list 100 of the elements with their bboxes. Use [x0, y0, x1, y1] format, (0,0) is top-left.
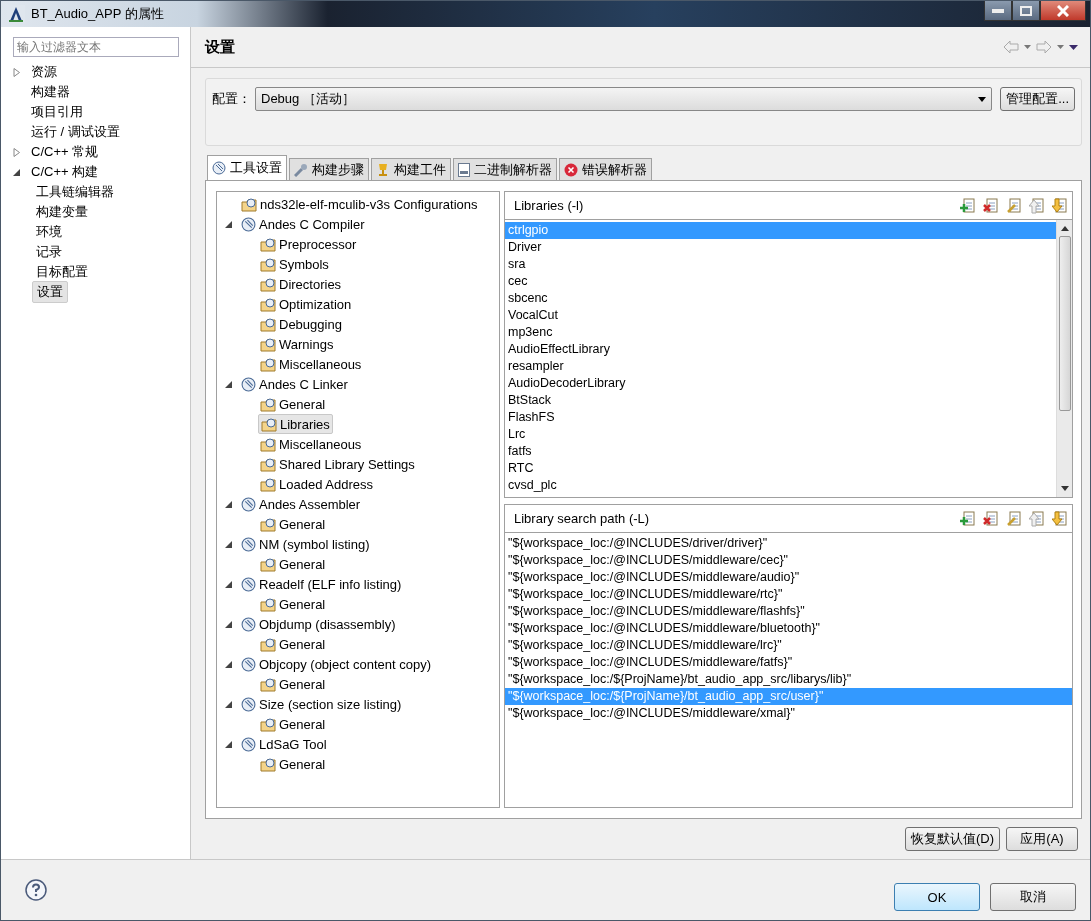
apply-button[interactable]: 应用(A) — [1006, 827, 1078, 851]
sidebar-item[interactable]: 环境 — [32, 222, 66, 242]
scroll-up-icon[interactable] — [1060, 226, 1069, 231]
tree-item[interactable]: Andes C Linker — [239, 375, 350, 393]
tab[interactable]: 构建步骤 — [289, 158, 369, 180]
tree-item[interactable]: General — [258, 715, 328, 733]
list-item[interactable]: sbcenc — [505, 290, 1056, 307]
tree-item[interactable]: Optimization — [258, 295, 354, 313]
expanded-arrow-icon[interactable] — [225, 579, 233, 589]
tree-item[interactable]: Andes C Compiler — [239, 215, 367, 233]
scroll-thumb[interactable] — [1058, 236, 1071, 411]
tree-item[interactable]: General — [258, 395, 328, 413]
tree-item[interactable]: Shared Library Settings — [258, 455, 417, 473]
sidebar-item[interactable]: 工具链编辑器 — [32, 182, 118, 202]
expanded-arrow-icon[interactable] — [225, 539, 233, 549]
list-item[interactable]: mp3enc — [505, 324, 1056, 341]
list-item[interactable]: Lrc — [505, 426, 1056, 443]
tree-item[interactable]: General — [258, 755, 328, 773]
tree-item[interactable]: Directories — [258, 275, 344, 293]
sidebar-item[interactable]: 资源 — [27, 62, 61, 82]
add-icon[interactable] — [960, 197, 976, 214]
tree-item[interactable]: NM (symbol listing) — [239, 535, 372, 553]
list-item[interactable]: "${workspace_loc:/@INCLUDES/middleware/xmal}" — [505, 705, 1072, 722]
list-item[interactable]: "${workspace_loc:/${ProjName}/bt_audio_app_src/libarys/lib}" — [505, 671, 1072, 688]
minimize-button[interactable] — [984, 1, 1012, 21]
sidebar-item[interactable]: C/C++ 常规 — [27, 142, 103, 162]
cancel-button[interactable]: 取消 — [990, 883, 1076, 911]
list-item[interactable]: FlashFS — [505, 409, 1056, 426]
tree-item[interactable]: Andes Assembler — [239, 495, 363, 513]
sidebar-item[interactable]: 记录 — [32, 242, 66, 262]
tree-item[interactable]: Libraries — [258, 414, 333, 434]
collapsed-arrow-icon[interactable] — [13, 67, 21, 77]
tree-item[interactable]: General — [258, 515, 328, 533]
help-icon[interactable] — [25, 879, 47, 901]
sidebar-item[interactable]: 目标配置 — [32, 262, 92, 282]
sidebar-item[interactable]: C/C++ 构建 — [27, 162, 103, 182]
list-item[interactable]: AudioEffectLibrary — [505, 341, 1056, 358]
list-item[interactable]: cec — [505, 273, 1056, 290]
expanded-arrow-icon[interactable] — [13, 167, 21, 177]
manage-configurations-button[interactable]: 管理配置... — [1000, 87, 1075, 111]
list-item[interactable]: "${workspace_loc:/@INCLUDES/driver/driver}" — [505, 535, 1072, 552]
tree-item[interactable]: General — [258, 635, 328, 653]
expanded-arrow-icon[interactable] — [225, 219, 233, 229]
tree-item[interactable]: General — [258, 595, 328, 613]
tab[interactable]: 二进制解析器 — [453, 158, 557, 180]
list-item[interactable]: RTC — [505, 460, 1056, 477]
tab[interactable]: 工具设置 — [207, 155, 287, 180]
tab[interactable]: 错误解析器 — [559, 158, 652, 180]
list-item[interactable]: "${workspace_loc:/@INCLUDES/middleware/audio}" — [505, 569, 1072, 586]
expanded-arrow-icon[interactable] — [225, 379, 233, 389]
close-button[interactable] — [1040, 1, 1086, 21]
expanded-arrow-icon[interactable] — [225, 699, 233, 709]
collapsed-arrow-icon[interactable] — [13, 147, 21, 157]
dropdown-caret-icon[interactable] — [1024, 45, 1031, 49]
sidebar-item[interactable]: 项目引用 — [27, 102, 87, 122]
list-item[interactable]: resampler — [505, 358, 1056, 375]
ok-button[interactable]: OK — [894, 883, 980, 911]
delete-icon[interactable] — [983, 197, 999, 214]
list-item[interactable]: "${workspace_loc:/@INCLUDES/middleware/bluetooth}" — [505, 620, 1072, 637]
sidebar-item[interactable]: 构建变量 — [32, 202, 92, 222]
sidebar-item[interactable]: 构建器 — [27, 82, 74, 102]
list-item[interactable]: AudioDecoderLibrary — [505, 375, 1056, 392]
sidebar-item[interactable]: 设置 — [32, 281, 68, 303]
configuration-dropdown[interactable]: Debug ［活动］ — [255, 87, 993, 111]
tree-item[interactable]: Loaded Address — [258, 475, 375, 493]
move-down-icon[interactable] — [1052, 510, 1068, 527]
tree-item[interactable]: Miscellaneous — [258, 355, 364, 373]
tree-item[interactable]: General — [258, 675, 328, 693]
maximize-button[interactable] — [1012, 1, 1040, 21]
scrollbar[interactable] — [1056, 220, 1072, 497]
tree-item[interactable]: General — [258, 555, 328, 573]
restore-defaults-button[interactable]: 恢复默认值(D) — [904, 827, 1000, 851]
tree-item[interactable]: Size (section size listing) — [239, 695, 404, 713]
dropdown-caret-icon[interactable] — [1057, 45, 1064, 49]
add-icon[interactable] — [960, 510, 976, 527]
list-item[interactable]: Driver — [505, 239, 1056, 256]
delete-icon[interactable] — [983, 510, 999, 527]
tree-item[interactable]: Objcopy (object content copy) — [239, 655, 433, 673]
list-item[interactable]: sra — [505, 256, 1056, 273]
list-item[interactable]: fatfs — [505, 443, 1056, 460]
tree-item[interactable]: nds32le-elf-mculib-v3s Configurations — [239, 195, 480, 213]
tree-item[interactable]: Preprocessor — [258, 235, 359, 253]
tree-item[interactable]: Debugging — [258, 315, 344, 333]
list-item[interactable]: "${workspace_loc:/@INCLUDES/middleware/cec}" — [505, 552, 1072, 569]
list-item[interactable]: cvsd_plc — [505, 477, 1056, 494]
tab[interactable]: 构建工件 — [371, 158, 451, 180]
scroll-down-icon[interactable] — [1060, 486, 1069, 491]
list-item[interactable]: "${workspace_loc:/@INCLUDES/middleware/rtc}" — [505, 586, 1072, 603]
move-down-icon[interactable] — [1052, 197, 1068, 214]
list-item[interactable]: VocalCut — [505, 307, 1056, 324]
view-menu-icon[interactable] — [1069, 44, 1078, 50]
sidebar-item[interactable]: 运行 / 调试设置 — [27, 122, 124, 142]
expanded-arrow-icon[interactable] — [225, 659, 233, 669]
tree-item[interactable]: Readelf (ELF info listing) — [239, 575, 404, 593]
list-item[interactable]: "${workspace_loc:/@INCLUDES/middleware/fatfs}" — [505, 654, 1072, 671]
tree-item[interactable]: Objdump (disassembly) — [239, 615, 398, 633]
tree-item[interactable]: Symbols — [258, 255, 331, 273]
expanded-arrow-icon[interactable] — [225, 739, 233, 749]
tree-item[interactable]: LdSaG Tool — [239, 735, 329, 753]
tree-item[interactable]: Warnings — [258, 335, 336, 353]
